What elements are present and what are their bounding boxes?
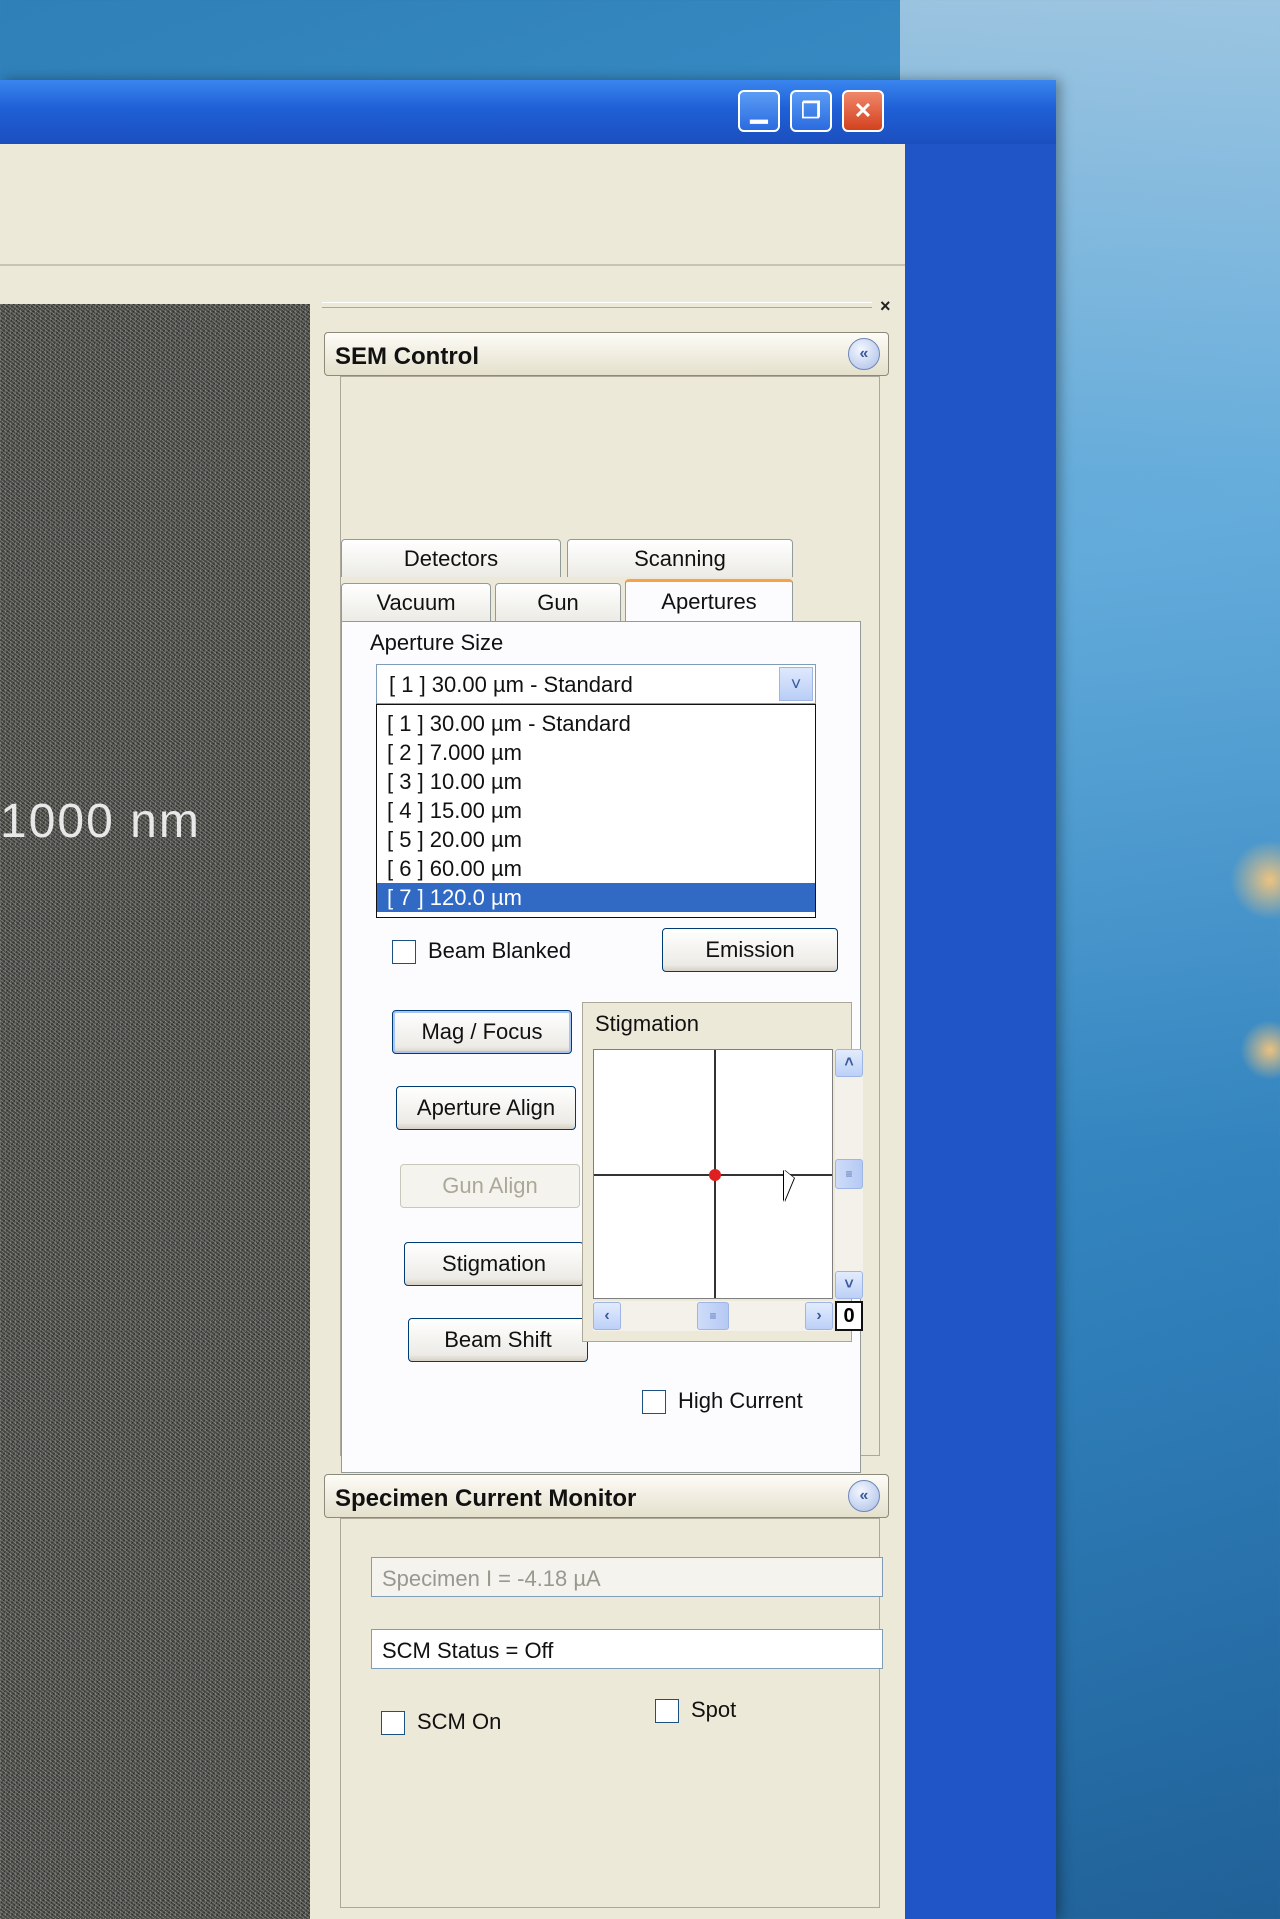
sem-control-body: Detectors Scanning Vacuum Gun Apertures … [340,376,880,1473]
specimen-monitor-header[interactable]: Specimen Current Monitor « [324,1474,889,1518]
scm-status-field: SCM Status = Off [371,1629,883,1669]
mag-focus-button[interactable]: Mag / Focus [392,1010,572,1054]
panel-grip[interactable] [322,302,872,308]
specimen-monitor-body: Specimen I = -4.18 µA SCM Status = Off S… [340,1518,883,1908]
sem-control-title: SEM Control [335,343,479,370]
stigmation-zero-button[interactable]: 0 [835,1301,863,1331]
title-bar[interactable]: ▁ ❐ ✕ [0,80,1056,144]
aperture-option[interactable]: [ 6 ] 60.00 µm [377,854,815,883]
specimen-monitor-title: Specimen Current Monitor [335,1485,637,1512]
sem-image-view[interactable]: 1000 nm [0,304,310,1919]
apertures-tab-page: Aperture Size [ 1 ] 30.00 µm - Standard … [341,621,863,1473]
beam-blanked-checkbox[interactable] [392,940,416,964]
sem-control-header[interactable]: SEM Control « [324,332,889,376]
scm-on-checkbox[interactable] [381,1711,405,1735]
stigmation-pad[interactable] [593,1049,833,1299]
mouse-cursor-icon [784,1170,794,1202]
tab-apertures[interactable]: Apertures [625,579,793,621]
high-current-checkbox[interactable] [642,1390,666,1414]
aperture-option-highlighted[interactable]: [ 7 ] 120.0 µm [377,883,815,912]
scale-bar-label: 1000 nm [0,795,201,848]
scroll-up-icon[interactable]: ˄ [835,1049,863,1077]
close-icon[interactable]: ✕ [842,90,884,132]
client-area: 1000 nm ‹ × SEM Control « Detectors Scan… [0,144,905,1919]
scm-on-label: SCM On [417,1709,502,1734]
aperture-option[interactable]: [ 4 ] 15.00 µm [377,796,815,825]
control-panel: × SEM Control « Detectors Scanning Vacuu… [310,294,905,1919]
spot-checkbox[interactable] [655,1699,679,1723]
horizontal-scrollbar[interactable]: ‹ ≡ › [593,1301,833,1331]
aperture-options-list[interactable]: [ 1 ] 30.00 µm - Standard [ 2 ] 7.000 µm… [376,704,816,918]
spot-label: Spot [691,1697,737,1722]
scm-status-value: SCM Status = Off [382,1638,554,1663]
horizontal-scroll-thumb[interactable]: ≡ [697,1302,729,1330]
vertical-scrollbar[interactable]: ˄ ≡ ˅ [835,1049,863,1299]
aperture-option[interactable]: [ 2 ] 7.000 µm [377,738,815,767]
specimen-current-value: Specimen I = -4.18 µA [382,1566,601,1591]
aperture-size-label: Aperture Size [370,630,504,655]
beam-shift-button[interactable]: Beam Shift [408,1318,588,1362]
minimize-icon[interactable]: ▁ [738,90,780,132]
collapse-icon[interactable]: « [848,1480,880,1512]
toolbar-area [0,144,905,266]
gun-align-button: Gun Align [400,1164,580,1208]
tab-vacuum[interactable]: Vacuum [341,583,491,621]
high-current-label: High Current [678,1388,803,1413]
aperture-align-button[interactable]: Aperture Align [396,1086,576,1130]
scroll-down-icon[interactable]: ˅ [835,1271,863,1299]
panel-close-icon[interactable]: × [880,296,891,317]
aperture-option[interactable]: [ 5 ] 20.00 µm [377,825,815,854]
stigmation-title: Stigmation [595,1011,699,1036]
emission-button[interactable]: Emission [662,928,838,972]
specimen-current-field: Specimen I = -4.18 µA [371,1557,883,1597]
aperture-option[interactable]: [ 1 ] 30.00 µm - Standard [377,709,815,738]
vertical-scroll-thumb[interactable]: ≡ [835,1159,863,1189]
chevron-down-icon[interactable]: ˅ [779,667,813,701]
stigmation-button[interactable]: Stigmation [404,1242,584,1286]
scroll-left-icon[interactable]: ‹ [593,1302,621,1330]
aperture-size-dropdown[interactable]: [ 1 ] 30.00 µm - Standard ˅ [376,664,816,704]
aperture-size-selected: [ 1 ] 30.00 µm - Standard [389,672,633,697]
stigmation-marker[interactable] [709,1169,721,1181]
tab-scanning[interactable]: Scanning [567,539,793,577]
scroll-right-icon[interactable]: › [805,1302,833,1330]
beam-blanked-label: Beam Blanked [428,938,572,963]
aperture-option[interactable]: [ 3 ] 10.00 µm [377,767,815,796]
stigmation-box: Stigmation ˄ ≡ ˅ ‹ ≡ › 0 [582,1002,863,1342]
collapse-icon[interactable]: « [848,338,880,370]
restore-icon[interactable]: ❐ [790,90,832,132]
tab-detectors[interactable]: Detectors [341,539,561,577]
tab-gun[interactable]: Gun [495,583,621,621]
application-window: ▁ ❐ ✕ 1000 nm ‹ × SEM Control « Detector… [0,80,1056,1919]
